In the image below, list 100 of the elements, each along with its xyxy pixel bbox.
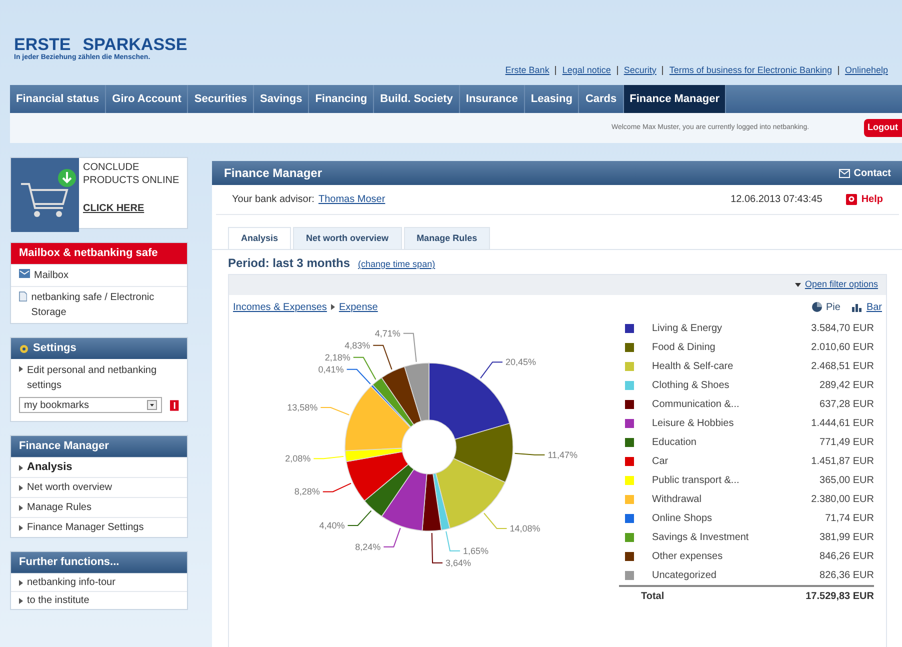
sidebar-link[interactable]: Manage Rules (27, 500, 92, 515)
bullet-icon (19, 484, 23, 490)
percent-label: 4,71% (374, 328, 400, 338)
legend-label: Uncategorized (652, 569, 716, 583)
legend-label: Health & Self-care (652, 360, 734, 374)
leader-line (480, 362, 503, 379)
sidebar-link[interactable]: Analysis (27, 459, 72, 476)
donut-slice (453, 422, 514, 483)
bullet-icon (19, 504, 23, 510)
header-link[interactable]: Erste Bank (505, 64, 550, 77)
leader-line (320, 406, 350, 416)
legend-amount: 637,28 EUR (820, 398, 874, 412)
help-link[interactable]: Help (846, 192, 883, 207)
panel-title: Settings (33, 341, 76, 356)
legend-label: Other expenses (652, 550, 723, 564)
percent-label: 2,08% (285, 454, 311, 464)
legend-label: Living & Energy (652, 322, 722, 336)
percent-label: 13,58% (287, 402, 318, 412)
sidebar-link[interactable]: netbanking info-tour (27, 575, 116, 590)
leader-line (346, 368, 371, 385)
leader-line (514, 452, 546, 456)
leader-line (483, 512, 508, 529)
sidebar-link[interactable]: to the institute (27, 593, 90, 608)
sidebar-link[interactable]: Edit personal and netbanking settings (27, 363, 179, 393)
contact-link[interactable]: Contact (838, 166, 891, 180)
pie-view-link[interactable]: Pie (812, 300, 840, 314)
header-link[interactable]: Terms of business for Electronic Banking (669, 64, 832, 77)
legend-amount: 71,74 EUR (825, 512, 874, 526)
sidebar-link[interactable]: Finance Manager Settings (27, 520, 144, 535)
leader-line (402, 332, 417, 362)
legend-label: Online Shops (652, 512, 712, 526)
legend-amount: 771,49 EUR (820, 436, 874, 450)
legend-amount: 846,26 EUR (820, 550, 874, 564)
document-icon (19, 291, 28, 302)
panel-title: Finance Manager (19, 439, 109, 454)
legend-label: Leisure & Hobbies (652, 417, 734, 431)
cart-icon (11, 158, 79, 232)
bullet-icon (19, 464, 23, 470)
percent-label: 8,24% (355, 542, 381, 552)
leader-line (313, 456, 344, 460)
breadcrumb-link[interactable]: Expense (338, 300, 378, 314)
promo-link[interactable]: CLICK HERE (83, 201, 187, 216)
logout-button[interactable]: Logout (864, 119, 902, 137)
legend-label: Car (652, 455, 668, 469)
help-icon (846, 194, 858, 205)
legend-amount: 1.451,87 EUR (811, 455, 874, 469)
tab[interactable]: Manage Rules (404, 227, 490, 249)
change-link[interactable]: (change time span) (358, 258, 436, 272)
breadcrumb-link[interactable]: Incomes & Expenses (233, 300, 327, 314)
tab[interactable]: Analysis (228, 227, 292, 249)
leader-line (431, 532, 444, 564)
legend-label: Education (652, 436, 696, 450)
content-title: Finance Manager (224, 165, 322, 182)
bullet-icon (19, 524, 23, 530)
percent-label: 4,83% (344, 340, 370, 350)
info-icon[interactable] (170, 400, 179, 410)
advisor-link[interactable]: Thomas Moser (318, 192, 386, 207)
bookmarks-dropdown[interactable]: my bookmarks (19, 397, 162, 413)
percent-label: 0,41% (318, 364, 344, 374)
bullet-icon (19, 366, 23, 372)
bar-view-link[interactable]: Bar (852, 300, 882, 314)
legend-amount: 3.584,70 EUR (811, 322, 874, 336)
legend-amount: 2.468,51 EUR (811, 360, 874, 374)
total-label: Total (641, 590, 664, 604)
sidebar-link[interactable]: netbanking safe / Electronic Storage (31, 290, 179, 320)
panel-title: Further functions... (19, 555, 120, 570)
promo-banner[interactable]: CONCLUDE PRODUCTS ONLINE CLICK HERE (10, 157, 188, 229)
promo-title: CONCLUDE PRODUCTS ONLINE (83, 162, 180, 187)
percent-label: 14,08% (510, 524, 540, 534)
sidebar-link[interactable]: Mailbox (34, 268, 68, 283)
header-link[interactable]: Legal notice (562, 64, 611, 77)
leader-line (347, 510, 372, 526)
panel-title: Mailbox & netbanking safe (19, 246, 158, 262)
bar-chart-icon (852, 302, 862, 312)
filter-link[interactable]: Open filter options (804, 278, 878, 292)
gear-icon (19, 344, 29, 354)
envelope-icon (19, 269, 30, 278)
pie-icon (812, 302, 822, 312)
header-link[interactable]: Security (624, 64, 656, 77)
leader-line (322, 482, 352, 492)
legend-amount: 2.010,60 EUR (811, 341, 874, 355)
leader-line (372, 344, 392, 370)
bullet-icon (19, 580, 23, 586)
header-link[interactable]: Onlinehelp (844, 64, 888, 77)
legend-label: Clothing & Shoes (652, 379, 730, 393)
logo-text: ERSTE (14, 36, 71, 53)
bullet-icon (330, 304, 335, 310)
sidebar-link[interactable]: Net worth overview (27, 480, 112, 495)
legend-label: Savings & Investment (652, 531, 749, 545)
percent-label: 8,28% (294, 486, 320, 497)
legend-amount: 365,00 EUR (820, 474, 874, 488)
percent-label: 20,45% (506, 357, 536, 368)
tab[interactable]: Net worth overview (293, 227, 402, 249)
datetime: 12.06.2013 07:43:45 (730, 193, 822, 207)
bullet-icon (19, 598, 23, 604)
percent-label: 3,64% (446, 558, 472, 568)
legend-amount: 2.380,00 EUR (811, 493, 874, 507)
nav-tab[interactable]: Finance Manager (624, 85, 726, 113)
advisor-label: Your bank advisor: (232, 193, 314, 207)
period-text: Period: last 3 months (228, 255, 350, 272)
